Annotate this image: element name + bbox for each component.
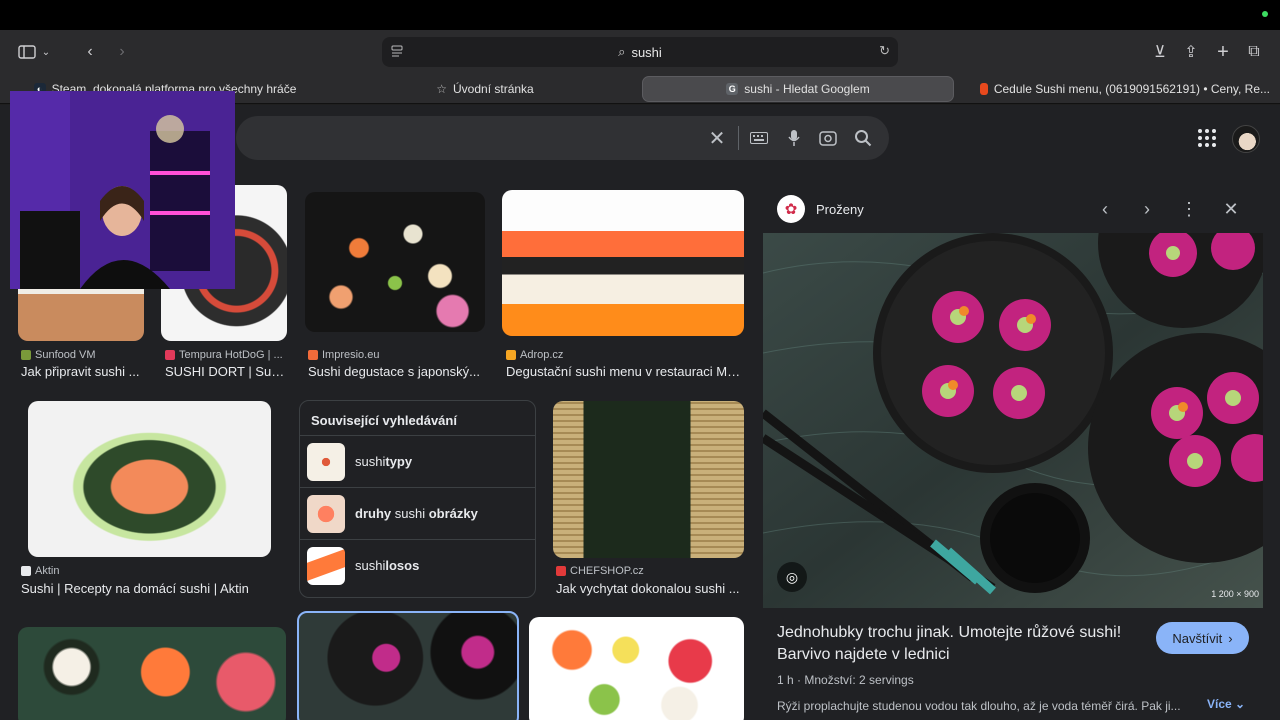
tab-google-search[interactable]: Gsushi - Hledat Googlem [642,76,954,102]
back-button[interactable]: ‹ [76,38,104,66]
tabs-icon: ⧉ [1248,43,1260,60]
close-icon[interactable]: ✕ [1220,198,1242,220]
result-caption[interactable]: Jak připravit sushi ... [21,364,143,379]
forward-arrow-icon: › [119,43,125,60]
recipe-description: Rýži proplachujte studenou vodou tak dlo… [777,699,1181,713]
google-apps-icon[interactable] [1198,129,1216,147]
plus-icon: + [1217,40,1229,63]
url-text: sushi [631,44,662,60]
new-tab-button[interactable]: + [1211,38,1235,66]
downloads-button[interactable]: ⊻ [1148,38,1172,66]
more-button[interactable]: Více ⌄ [1207,697,1245,711]
search-icon: ⌕ [618,44,626,59]
download-icon: ⊻ [1154,44,1166,61]
tab-sushi-menu[interactable]: Cedule Sushi menu, (0619091562191) • Cen… [980,76,1270,102]
image-result-selected[interactable] [297,611,519,720]
lens-search-icon[interactable]: ◎ [777,562,807,592]
avatar[interactable] [1232,125,1260,153]
browser-toolbar: ⌄ ‹ › ⌕ sushi ↻ ⊻ ⇪ + ⧉ [0,30,1280,74]
back-arrow-icon: ‹ [87,43,93,60]
related-thumb [307,546,345,585]
related-thumb [307,494,345,533]
image-result-6[interactable] [553,401,744,558]
result-source: Adrop.cz [506,349,563,361]
image-result-7[interactable] [18,627,286,720]
result-caption[interactable]: Jak vychytat dokonalou sushi ... [556,581,742,596]
result-caption[interactable]: Degustační sushi menu v restauraci Ma... [506,364,742,379]
image-result-4[interactable] [502,190,744,336]
star-icon: ☆ [436,82,448,96]
preview-title[interactable]: Jednohubky trochu jinak. Umotejte růžové… [777,622,1147,666]
image-preview-panel: ✿ Proženy ‹ › ⋮ ✕ ◎ 1 200 × 900 Jednohub… [763,185,1263,720]
status-dot [1262,11,1268,17]
clear-search-icon[interactable]: ✕ [707,128,727,150]
related-search-item[interactable]: sushi losos [300,539,535,591]
site-name: Proženy [816,202,864,217]
share-button[interactable]: ⇪ [1179,38,1203,66]
preview-header: ✿ Proženy ‹ › ⋮ ✕ [763,185,1263,233]
image-result-5[interactable] [28,401,271,557]
camera-lens-icon[interactable] [818,128,838,148]
tab-overview-button[interactable]: ⧉ [1242,38,1266,66]
reload-icon[interactable]: ↻ [879,43,890,59]
forward-button[interactable]: › [108,38,136,66]
result-source: Sunfood VM [21,349,96,361]
result-source: Tempura HotDoG | ... [165,349,283,361]
tab-label: Cedule Sushi menu, (0619091562191) • Cen… [993,82,1270,96]
recipe-meta: 1 h · Množství: 2 servings [777,673,914,687]
search-divider [738,126,739,150]
sidebar-icon [18,45,36,59]
keyboard-icon[interactable] [749,128,769,148]
webcam-overlay [10,91,235,289]
next-image-icon[interactable]: › [1136,198,1158,220]
address-bar[interactable]: ⌕ sushi ↻ [382,37,898,67]
result-caption[interactable]: Sushi | Recepty na domácí sushi | Aktin [21,581,271,596]
result-source: CHEFSHOP.cz [556,565,644,577]
image-dimensions: 1 200 × 900 [1211,589,1259,599]
chevron-right-icon: › [1228,630,1233,646]
image-result-3[interactable] [305,192,485,332]
tab-label: Úvodní stránka [453,82,534,96]
chevron-down-icon: ⌄ [1235,697,1246,711]
share-icon: ⇪ [1184,44,1198,61]
system-top-bar [0,0,1280,30]
tab-home[interactable]: ☆ Úvodní stránka [420,76,550,102]
result-caption[interactable]: Sushi degustace s japonský... [308,364,483,379]
sidebar-toggle-button[interactable]: ⌄ [14,38,54,66]
google-favicon-icon: G [726,83,739,95]
result-source: Impresio.eu [308,349,379,361]
site-logo-icon: ✿ [777,195,805,223]
tab-label: sushi - Hledat Googlem [744,82,870,96]
related-searches-card: Související vyhledávání sushi typy druhy… [299,400,536,598]
microphone-icon[interactable] [784,128,804,148]
search-input[interactable]: ✕ [236,116,889,160]
shop-favicon-icon [980,83,988,95]
previous-image-icon[interactable]: ‹ [1094,198,1116,220]
related-thumb [307,442,345,481]
search-submit-icon[interactable] [853,128,873,148]
page-menu-icon [391,45,403,57]
related-search-item[interactable]: sushi typy [300,435,535,487]
more-options-icon[interactable]: ⋮ [1178,198,1200,220]
image-result-9[interactable] [529,617,744,720]
chevron-down-icon: ⌄ [41,46,51,58]
visit-button[interactable]: Navštívit › [1156,622,1249,654]
related-search-item[interactable]: druhy sushi obrázky [300,487,535,539]
preview-image[interactable]: ◎ 1 200 × 900 [763,233,1263,608]
result-caption[interactable]: SUSHI DORT | Sus... [165,364,287,379]
result-source: Aktin [21,565,59,577]
related-searches-heading: Související vyhledávání [311,413,457,428]
